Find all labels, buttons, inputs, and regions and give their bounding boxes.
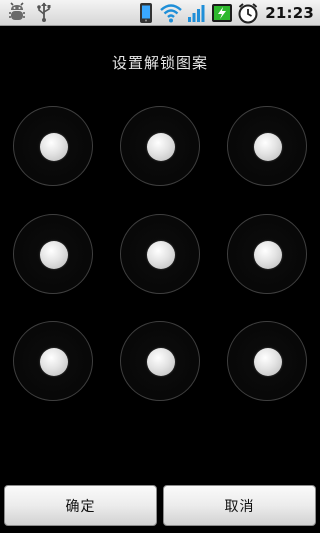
alarm-clock-icon — [238, 2, 258, 23]
status-bar-clock: 21:23 — [265, 3, 314, 22]
pattern-dot-center — [40, 133, 68, 161]
pattern-dot-center — [254, 348, 282, 376]
pattern-dot-center — [40, 241, 68, 269]
pattern-dot-center — [147, 133, 175, 161]
pattern-dot-center — [147, 348, 175, 376]
pattern-dot-1[interactable] — [13, 106, 93, 186]
page-title: 设置解锁图案 — [111, 54, 208, 72]
pattern-dot-4[interactable] — [13, 214, 93, 294]
pattern-dot-7[interactable] — [13, 321, 93, 401]
status-bar-notifications — [8, 2, 52, 22]
pattern-dot-center — [40, 348, 68, 376]
pattern-dot-9[interactable] — [227, 321, 307, 401]
status-bar: 21:23 — [0, 0, 320, 26]
pattern-dot-center — [147, 241, 175, 269]
status-bar-system: 21:23 — [137, 1, 314, 24]
pattern-dot-5[interactable] — [120, 214, 200, 294]
phone-sd-icon — [140, 2, 153, 23]
pattern-dot-center — [254, 133, 282, 161]
pattern-dot-3[interactable] — [227, 106, 307, 186]
wifi-icon — [160, 3, 183, 22]
signal-icon — [188, 4, 205, 22]
pattern-dot-6[interactable] — [227, 214, 307, 294]
lock-pattern-screen: 21:23 设置解锁图案 确定 取消 — [0, 0, 320, 533]
cancel-button[interactable]: 取消 — [163, 485, 316, 526]
pattern-dot-2[interactable] — [120, 106, 200, 186]
pattern-dot-8[interactable] — [120, 321, 200, 401]
usb-icon — [37, 2, 51, 22]
pattern-dot-center — [254, 241, 282, 269]
debug-bug-icon — [9, 2, 25, 20]
confirm-button[interactable]: 确定 — [4, 485, 157, 526]
unlock-pattern-grid[interactable] — [0, 106, 320, 401]
button-bar: 确定 取消 — [0, 478, 320, 533]
battery-charging-icon — [212, 3, 233, 22]
